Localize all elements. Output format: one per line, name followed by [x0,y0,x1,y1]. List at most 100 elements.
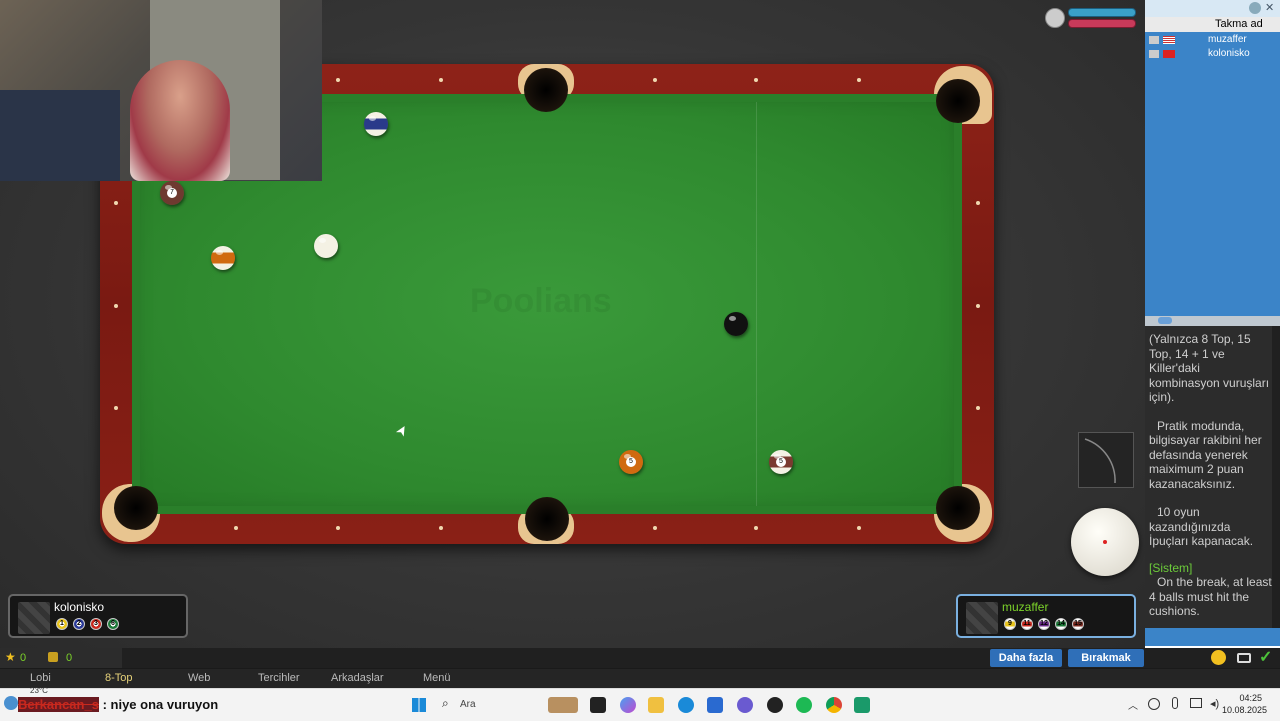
clock-date[interactable]: 10.08.2025 [1222,705,1267,715]
head-string [756,102,757,506]
obs-icon[interactable] [767,697,783,713]
user-row[interactable]: muzaffer [1145,33,1280,47]
ball-number: 7 [167,188,177,198]
ball-5: 5 [619,450,643,474]
more-button[interactable]: Daha fazla [990,649,1062,667]
menu-web[interactable]: Web [188,672,210,684]
cue-ball[interactable] [314,234,338,258]
profile-icon [1149,36,1159,44]
mini-ball-15: 15 [1072,618,1084,630]
store-icon[interactable] [707,697,723,713]
ball-10 [364,112,388,136]
taskbar-search-input[interactable]: Ara [460,699,476,710]
player-name: muzaffer [1002,600,1049,614]
menu-8ball[interactable]: 8-Top [105,672,133,684]
diamond [857,526,861,530]
coin-icon [48,652,58,662]
user-row[interactable]: kolonisko [1145,47,1280,61]
column-header-nickname[interactable]: Takma ad [1215,18,1263,30]
task-view-icon[interactable] [590,697,606,713]
star-count: 0 [20,652,27,664]
discord-icon[interactable] [737,697,753,713]
splitter-handle[interactable] [1158,317,1172,324]
menu-preferences[interactable]: Tercihler [258,672,300,684]
diamond [754,78,758,82]
diamond [439,526,443,530]
game-app-icon[interactable] [854,697,870,713]
power-bar-1 [1068,8,1136,17]
system-message: On the break, at least 4 balls must hit … [1149,575,1272,618]
network-icon[interactable] [1148,698,1160,710]
player-avatar [966,602,998,634]
coin-count: 0 [66,652,73,664]
ball-15: 5 [769,450,793,474]
chat-message: 10 oyun kazandığınızda İpuçları kapanaca… [1149,505,1254,548]
windows-start-icon[interactable] [412,698,426,712]
diamond [976,406,980,410]
webcam-overlay [0,0,322,181]
ball-13 [211,246,235,270]
game-menu-bar: Lobi 8-Top Web Tercihler Arkadaşlar Menü [0,668,1280,689]
diamond [439,78,443,82]
user-name: kolonisko [1208,48,1250,59]
send-check-icon[interactable]: ✓ [1259,647,1272,667]
file-explorer-icon[interactable] [648,697,664,713]
chrome-icon[interactable] [826,697,842,713]
table-logo: Poolians [470,282,612,320]
microphone-icon[interactable] [1172,697,1178,709]
mini-ball-9: 9 [1004,618,1016,630]
player-panel-left: kolonisko 1 2 3 6 [8,594,188,638]
clock-time[interactable]: 04:25 [1222,693,1262,703]
diamond [653,526,657,530]
menu-main[interactable]: Menü [423,672,451,684]
mini-ball-3: 3 [90,618,102,630]
power-bar-2 [1068,19,1136,28]
diamond [336,526,340,530]
menu-friends[interactable]: Arkadaşlar [331,672,384,684]
pocket-top-middle [524,68,568,112]
emoji-icon[interactable] [1211,650,1226,665]
speech-icon[interactable] [1237,653,1251,663]
sidebar: ✕ Takma ad muzaffer kolonisko (Yalnızca … [1145,0,1280,668]
angle-arc-icon [1084,438,1116,484]
spin-point-icon [1103,540,1107,544]
player-avatar [18,602,50,634]
chat-input[interactable] [1145,628,1280,646]
ball-7: 7 [160,181,184,205]
pocket-bottom-right [936,486,980,530]
panel-splitter[interactable] [1145,316,1280,326]
close-icon[interactable]: ✕ [1265,1,1274,14]
tr-flag-icon [1163,50,1175,58]
player-panel-right: muzaffer 9 11 12 14 15 [956,594,1136,638]
diamond [754,526,758,530]
mini-ball-11: 11 [1021,618,1033,630]
chat-message: Pratik modunda, bilgisayar rakibini her … [1149,418,1262,491]
diamond [114,304,118,308]
stream-chat-overlay: Berkancan_s : niye ona vuruyon [18,697,218,713]
menu-lobby[interactable]: Lobi [30,672,51,684]
search-highlight-icon[interactable] [548,697,578,713]
chat-scrollbar[interactable] [1272,326,1280,628]
profile-icon [1149,50,1159,58]
diamond [976,201,980,205]
spotify-icon[interactable] [796,697,812,713]
shot-angle-widget[interactable] [1078,432,1134,488]
speaker-icon[interactable]: ◂) [1210,697,1219,710]
weather-temp: 23°C [30,686,48,695]
leave-button[interactable]: Bırakmak [1068,649,1144,667]
chat-message: (Yalnızca 8 Top, 15 Top, 14 + 1 ve Kille… [1149,332,1270,404]
edge-icon[interactable] [678,697,694,713]
chevron-up-icon[interactable]: ︿ [1128,697,1138,712]
chat-username: Berkancan_s [18,697,99,712]
spin-control[interactable] [1071,508,1139,576]
refresh-icon[interactable] [1249,2,1261,14]
monitor-icon[interactable] [1190,698,1202,708]
mini-ball-1: 1 [56,618,68,630]
rating-box: ★ 0 0 [0,648,122,668]
copilot-icon[interactable] [620,697,636,713]
mini-ball-6: 6 [107,618,119,630]
ball-number: 5 [776,457,786,467]
chat-overlay-message: : niye ona vuruyon [102,697,219,712]
system-tag: [Sistem] [1149,560,1193,575]
diamond [114,201,118,205]
